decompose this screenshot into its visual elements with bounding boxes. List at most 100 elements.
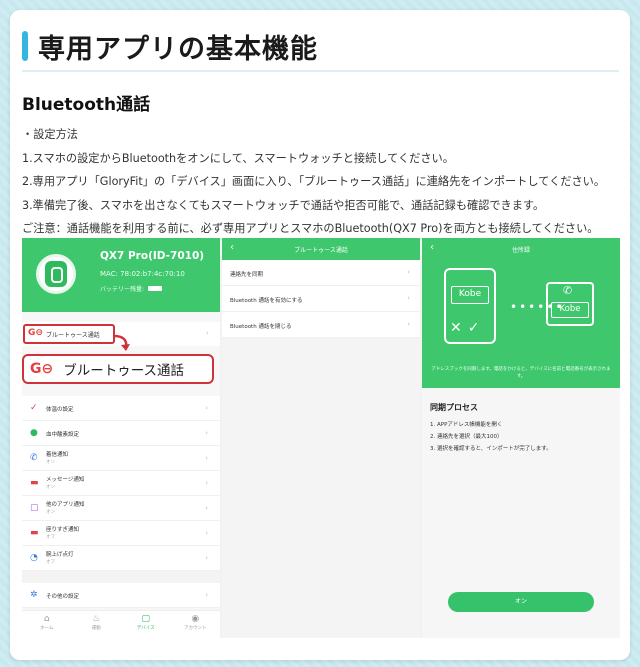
sync-illustration: ‹ 住所録 Kobe ✕✓ •••••• ✆ Kobe アドレスブックを同期しま… bbox=[422, 238, 620, 388]
home-icon: ⌂ bbox=[43, 614, 50, 624]
bt-call-icon-large: G⊖ bbox=[30, 361, 54, 377]
bt-call-options: 連絡先を同期 › Bluetooth 通話を有効にする › Bluetooth … bbox=[222, 260, 420, 338]
chevron-right-icon: › bbox=[407, 268, 410, 276]
settings-item-status: オフ bbox=[46, 535, 55, 540]
app-icon: ▢ bbox=[30, 503, 39, 513]
settings-item-label: 着信通知 bbox=[46, 452, 69, 458]
section-heading: Bluetooth通話 bbox=[22, 95, 151, 115]
settings-item[interactable]: ▬ メッセージ通知 オン › bbox=[22, 471, 220, 496]
phone-icon: ✆ bbox=[563, 284, 573, 297]
settings-item-label: 体温の設定 bbox=[46, 407, 74, 413]
app-screenshots: QX7 Pro(ID-7010) MAC: 78:02:b7:4c:70:10 … bbox=[22, 238, 620, 638]
phone-icon: ✆ bbox=[30, 453, 38, 463]
settings-item-label: 座りすぎ通知 bbox=[46, 527, 80, 533]
contact-card-left: Kobe bbox=[451, 286, 489, 304]
tab-device[interactable]: ▢ デバイス bbox=[121, 611, 171, 638]
user-icon: ◉ bbox=[191, 614, 200, 624]
chevron-right-icon: › bbox=[205, 429, 208, 437]
sync-process: 同期プロセス 1. APPアドレス帳機能を開く 2. 連絡先を選択（最大100）… bbox=[422, 388, 620, 638]
settings-item-label: 他のアプリ通知 bbox=[46, 502, 85, 508]
settings-item[interactable]: ✲ その他の設定 › bbox=[22, 583, 220, 608]
settings-item[interactable]: ▬ 座りすぎ通知 オフ › bbox=[22, 521, 220, 546]
decline-accept-icon: ✕✓ bbox=[450, 320, 486, 336]
option-label: 連絡先を同期 bbox=[230, 272, 264, 278]
option-label: Bluetooth 通話を閉じる bbox=[230, 324, 292, 330]
settings-item-label: メッセージ通知 bbox=[46, 477, 85, 483]
list-divider bbox=[22, 571, 220, 583]
device-screen: QX7 Pro(ID-7010) MAC: 78:02:b7:4c:70:10 … bbox=[22, 238, 220, 638]
chevron-right-icon: › bbox=[407, 294, 410, 302]
bt-call-label-large: ブルートゥース通話 bbox=[63, 363, 185, 379]
option-item[interactable]: 連絡先を同期 › bbox=[222, 260, 420, 286]
tab-account[interactable]: ◉ アカウント bbox=[171, 611, 221, 638]
device-name: QX7 Pro(ID-7010) bbox=[100, 250, 205, 262]
on-button[interactable]: オン bbox=[448, 592, 594, 612]
option-label: Bluetooth 通話を有効にする bbox=[230, 298, 303, 304]
tab-label: アカウント bbox=[184, 626, 207, 631]
tab-label: ホーム bbox=[40, 626, 54, 631]
watch-icon: ▢ bbox=[141, 614, 150, 624]
wrist-icon: ◔ bbox=[30, 553, 38, 563]
tab-exercise[interactable]: ♨ 運動 bbox=[72, 611, 122, 638]
chevron-right-icon: › bbox=[205, 479, 208, 487]
sofa-icon: ▬ bbox=[30, 528, 39, 538]
sync-step: 2. 連絡先を選択（最大100） bbox=[430, 434, 503, 440]
battery-label: バッテリー残量: bbox=[100, 286, 145, 293]
title-accent-bar bbox=[22, 31, 28, 61]
battery-status: バッテリー残量: bbox=[100, 284, 163, 293]
settings-item[interactable]: ◔ 腕上げ点灯 オフ › bbox=[22, 546, 220, 571]
settings-item-label: 血中酸素設定 bbox=[46, 432, 80, 438]
settings-item[interactable]: ✓ 体温の設定 › bbox=[22, 396, 220, 421]
title-bar: 専用アプリの基本機能 bbox=[22, 22, 619, 72]
instructions: ・設定方法 1.スマホの設定からBluetoothをオンにして、スマートウォッチ… bbox=[22, 123, 622, 241]
settings-item-label: 腕上げ点灯 bbox=[46, 552, 74, 558]
battery-icon bbox=[148, 286, 163, 291]
chevron-right-icon: › bbox=[407, 320, 410, 328]
device-header: QX7 Pro(ID-7010) MAC: 78:02:b7:4c:70:10 … bbox=[22, 238, 220, 312]
nav-header: ‹ ブルートゥース通話 bbox=[222, 238, 420, 260]
tab-label: 運動 bbox=[91, 626, 101, 631]
settings-list: ✓ 体温の設定 › ● 血中酸素設定 › ✆ 着信通知 オン › ▬ メッセージ… bbox=[22, 396, 220, 608]
chevron-right-icon: › bbox=[205, 404, 208, 412]
address-book-screen: ‹ 住所録 Kobe ✕✓ •••••• ✆ Kobe アドレスブックを同期しま… bbox=[422, 238, 620, 638]
chevron-right-icon: › bbox=[205, 454, 208, 462]
settings-item-status: オン bbox=[46, 460, 55, 465]
watch-icon bbox=[36, 254, 76, 294]
bt-call-screen: ‹ ブルートゥース通話 連絡先を同期 › Bluetooth 通話を有効にする … bbox=[222, 238, 420, 638]
option-item[interactable]: Bluetooth 通話を有効にする › bbox=[222, 286, 420, 312]
option-item[interactable]: Bluetooth 通話を閉じる › bbox=[222, 312, 420, 338]
contact-card-right: Kobe bbox=[551, 302, 589, 318]
tab-home[interactable]: ⌂ ホーム bbox=[22, 611, 72, 638]
sync-step: 3. 選択を確認すると、インポートが完了します。 bbox=[430, 446, 552, 452]
settings-item-label: その他の設定 bbox=[46, 594, 80, 600]
arrow-icon bbox=[113, 334, 130, 351]
sync-step: 1. APPアドレス帳機能を開く bbox=[430, 422, 503, 428]
settings-item-status: オン bbox=[46, 510, 55, 515]
instruction-line: 2.専用アプリ「GloryFit」の「デバイス」画面に入り、「ブルートゥース通話… bbox=[22, 175, 606, 188]
sync-note: アドレスブックを同期します。電話をかけると、デバイスに名前と電話番号が表示されま… bbox=[431, 367, 611, 379]
highlight-box-small bbox=[23, 324, 115, 344]
gear-icon: ✲ bbox=[30, 590, 38, 600]
nav-title: ブルートゥース通話 bbox=[294, 247, 348, 254]
settings-item[interactable]: ● 血中酸素設定 › bbox=[22, 421, 220, 446]
nav-title: 住所録 bbox=[511, 247, 530, 254]
chevron-right-icon: › bbox=[205, 591, 208, 599]
drop-icon: ● bbox=[30, 428, 38, 438]
settings-item-status: オン bbox=[46, 485, 55, 490]
instruction-line: ご注意：通話機能を利用する前に、必ず専用アプリとスマホのBluetooth(QX… bbox=[22, 222, 599, 235]
device-mac: MAC: 78:02:b7:4c:70:10 bbox=[100, 270, 185, 278]
thermometer-icon: ✓ bbox=[30, 403, 38, 413]
chevron-right-icon: › bbox=[205, 554, 208, 562]
page-title: 専用アプリの基本機能 bbox=[38, 33, 318, 65]
settings-item[interactable]: ✆ 着信通知 オン › bbox=[22, 446, 220, 471]
message-icon: ▬ bbox=[30, 478, 39, 488]
tab-bar: ⌂ ホーム ♨ 運動 ▢ デバイス ◉ アカウント bbox=[22, 610, 220, 638]
tab-label: デバイス bbox=[136, 626, 155, 631]
sync-title: 同期プロセス bbox=[430, 403, 478, 412]
settings-item[interactable]: ▢ 他のアプリ通知 オン › bbox=[22, 496, 220, 521]
exercise-icon: ♨ bbox=[92, 614, 101, 624]
chevron-right-icon: › bbox=[206, 329, 209, 337]
instruction-line: 3.準備完了後、スマホを出さなくてもスマートウォッチで通話や拒否可能で、通話記録… bbox=[22, 198, 545, 212]
chevron-right-icon: › bbox=[205, 529, 208, 537]
instruction-line: 1.スマホの設定からBluetoothをオンにして、スマートウォッチと接続してく… bbox=[22, 151, 454, 165]
